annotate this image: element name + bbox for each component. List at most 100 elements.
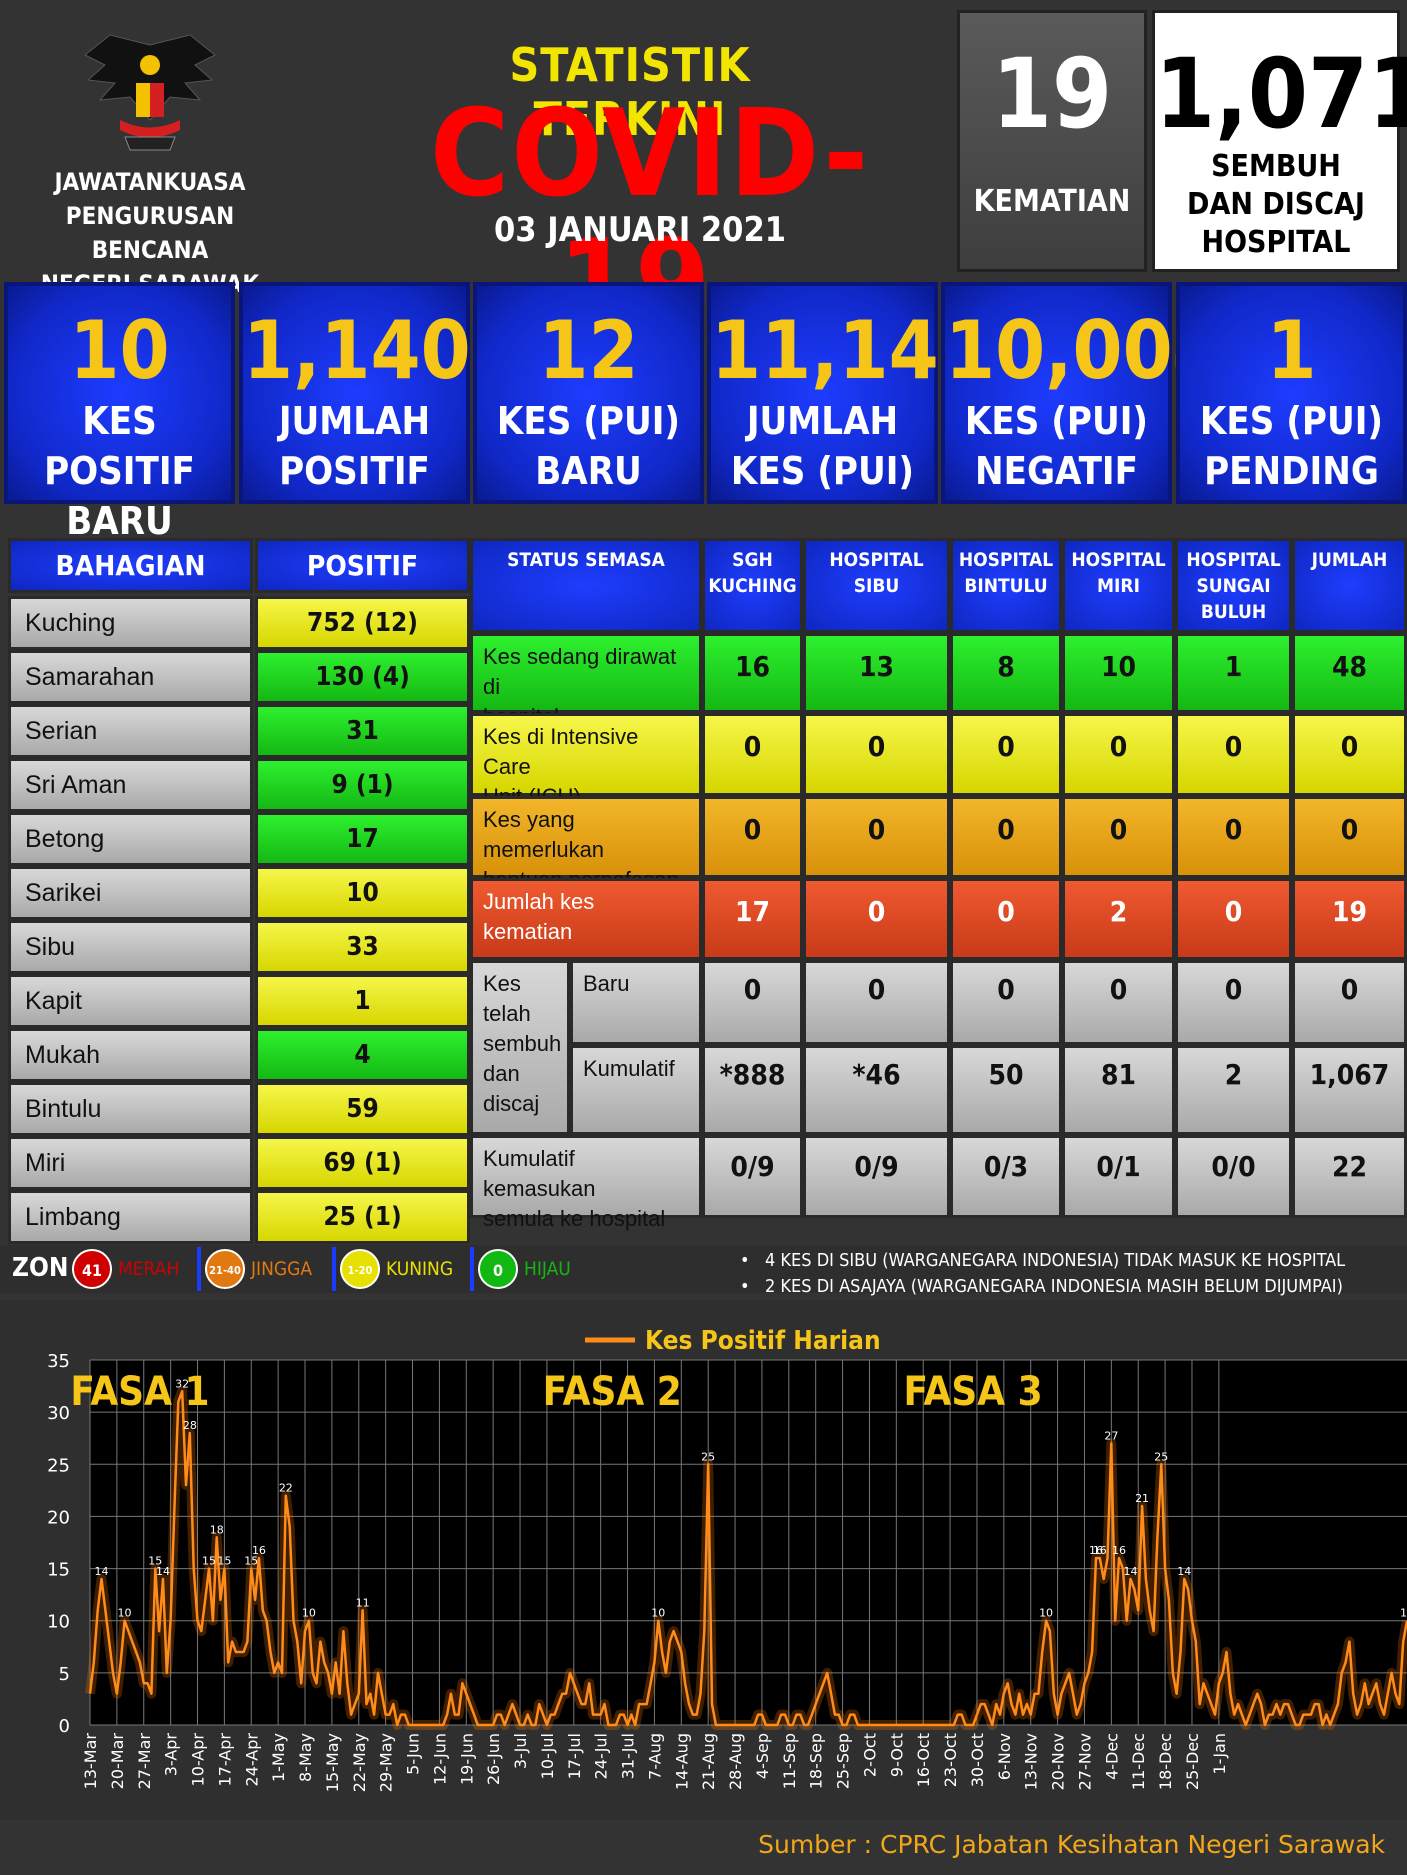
division-name: Limbang	[8, 1190, 253, 1244]
zone-badge: 1-20	[340, 1249, 380, 1289]
division-positive: 17	[255, 812, 470, 866]
recovered-value: 1,071	[1155, 38, 1407, 150]
status-row-label: Kes sedang dirawat dihospital	[470, 633, 702, 729]
recovered-row-label: Kes telah sembuh dan discaj	[470, 960, 570, 1135]
x-tick-label: 25-Sep	[834, 1733, 853, 1789]
stat-new-pui: 12 KES (PUI) BARU	[473, 282, 704, 504]
zone-separator	[197, 1247, 201, 1291]
recovered-label-line: HOSPITAL	[1201, 225, 1351, 260]
stat-label: JUMLAH	[746, 399, 899, 443]
status-value: 0	[1292, 713, 1407, 796]
data-label: 14	[156, 1565, 170, 1578]
zone-title: ZON	[12, 1253, 69, 1283]
status-label-line: Kes yang memerlukan	[483, 807, 605, 862]
data-label: 16	[1093, 1544, 1107, 1557]
x-tick-label: 28-Aug	[726, 1733, 745, 1790]
recovered-new-value: 0	[1175, 960, 1292, 1045]
recovered-box: 1,071 SEMBUH DAN DISCAJ HOSPITAL	[1152, 10, 1407, 272]
status-value: 13	[803, 633, 950, 713]
status-row-label: Jumlah kes kematian	[470, 878, 702, 960]
data-label: 10	[118, 1607, 132, 1620]
status-label-line: Kes di Intensive Care	[483, 724, 639, 779]
note-text: 2 KES DI ASAJAYA (WARGANEGARA INDONESIA …	[764, 1276, 1343, 1297]
recovered-cumulative-value: *46	[803, 1045, 950, 1135]
zone-label: MERAH	[118, 1258, 180, 1280]
division-positive: 25 (1)	[255, 1190, 470, 1244]
data-label: 15	[217, 1555, 231, 1568]
status-header: HOSPITAL BINTULU	[950, 538, 1062, 633]
recovered-label-line: Kes	[483, 971, 521, 996]
division-name: Samarahan	[8, 650, 253, 704]
zone-badge: 21-40	[205, 1249, 245, 1289]
organization-name: JAWATANKUASA PENGURUSAN BENCANA NEGERI S…	[20, 165, 280, 301]
stat-label: PENDING	[1204, 449, 1379, 493]
division-name: Bintulu	[8, 1082, 253, 1136]
division-positive: 9 (1)	[255, 758, 470, 812]
status-value: 0	[1175, 796, 1292, 878]
status-value: 2	[1062, 878, 1175, 960]
x-tick-label: 10-Apr	[189, 1733, 208, 1787]
status-header: HOSPITAL MIRI	[1062, 538, 1175, 633]
x-tick-label: 17-Jul	[565, 1733, 584, 1779]
stat-negative-pui: 10,004 KES (PUI) NEGATIF	[941, 282, 1223, 504]
x-tick-label: 5-Jun	[404, 1733, 423, 1775]
status-value: 0	[1175, 878, 1292, 960]
summary-stats: 10 KES POSITIF BARU 1,140 JUMLAH POSITIF 1…	[0, 282, 1407, 543]
x-tick-label: 9-Oct	[887, 1733, 906, 1777]
status-value: 0	[803, 713, 950, 796]
division-positive: 4	[255, 1028, 470, 1082]
stat-pending-pui: 1 KES (PUI) PENDING	[1176, 282, 1407, 504]
stat-value: 12	[538, 304, 639, 397]
recovered-label-line: SEMBUH	[1211, 149, 1341, 184]
phase-label: FASA 3	[904, 1369, 1043, 1415]
division-name: Serian	[8, 704, 253, 758]
status-row-label: Kes yang memerlukanbantuan pernafasan	[470, 796, 702, 892]
status-value: 0	[1062, 796, 1175, 878]
x-tick-label: 8-May	[296, 1733, 315, 1782]
division-name: Sri Aman	[8, 758, 253, 812]
x-tick-label: 3-Jul	[511, 1733, 530, 1769]
data-label: 15	[202, 1555, 216, 1568]
division-positive: 69 (1)	[255, 1136, 470, 1190]
status-value: 0	[950, 713, 1062, 796]
readmit-value: 0/0	[1175, 1135, 1292, 1218]
x-tick-label: 13-Mar	[81, 1733, 100, 1790]
data-label: 11	[356, 1596, 370, 1609]
data-label: 16	[252, 1544, 266, 1557]
x-tick-label: 18-Sep	[807, 1733, 826, 1789]
division-name: Betong	[8, 812, 253, 866]
recovered-new-label: Baru	[570, 960, 702, 1045]
zone-label: HIJAU	[524, 1258, 571, 1280]
y-tick-label: 25	[47, 1455, 70, 1476]
stat-label: KES (PUI)	[496, 399, 681, 443]
division-positive: 130 (4)	[255, 650, 470, 704]
recovered-label-line: telah	[483, 1001, 531, 1026]
chart-svg: 0 5 10 15 20 25 30 35 13-Mar 20-Mar 27-Mar 3-Apr 10-…	[47, 1326, 1407, 1792]
status-value: 0	[702, 713, 803, 796]
stat-value: 10,004	[945, 304, 1223, 397]
division-name: Miri	[8, 1136, 253, 1190]
x-tick-label: 20-Nov	[1049, 1733, 1068, 1790]
recovered-label-line: discaj	[483, 1091, 540, 1116]
status-value: 48	[1292, 633, 1407, 713]
data-label: 25	[1154, 1450, 1168, 1463]
note-item: • 4 KES DI SIBU (WARGANEGARA INDONESIA) …	[740, 1250, 1346, 1271]
recovered-label-line: dan	[483, 1061, 520, 1086]
readmit-value: 0/9	[702, 1135, 803, 1218]
readmit-value: 0/9	[803, 1135, 950, 1218]
recovered-new-value: 0	[950, 960, 1062, 1045]
zone-item: 1-20 KUNING	[340, 1249, 453, 1289]
status-header: SGH KUCHING	[702, 538, 803, 633]
division-header: BAHAGIAN	[8, 538, 253, 593]
positive-header: POSITIF	[255, 538, 470, 593]
x-tick-label: 17-Apr	[215, 1733, 234, 1787]
division-positive: 33	[255, 920, 470, 974]
x-tick-label: 18-Dec	[1156, 1733, 1175, 1790]
source-text: Sumber : CPRC Jabatan Kesihatan Negeri S…	[758, 1830, 1385, 1859]
status-label-line: Kes sedang dirawat di	[483, 644, 677, 699]
y-tick-label: 10	[47, 1612, 70, 1633]
status-value: 17	[702, 878, 803, 960]
division-name: Sibu	[8, 920, 253, 974]
recovered-label-line: DAN DISCAJ	[1187, 187, 1365, 222]
stat-label: KES (PUI)	[964, 399, 1149, 443]
